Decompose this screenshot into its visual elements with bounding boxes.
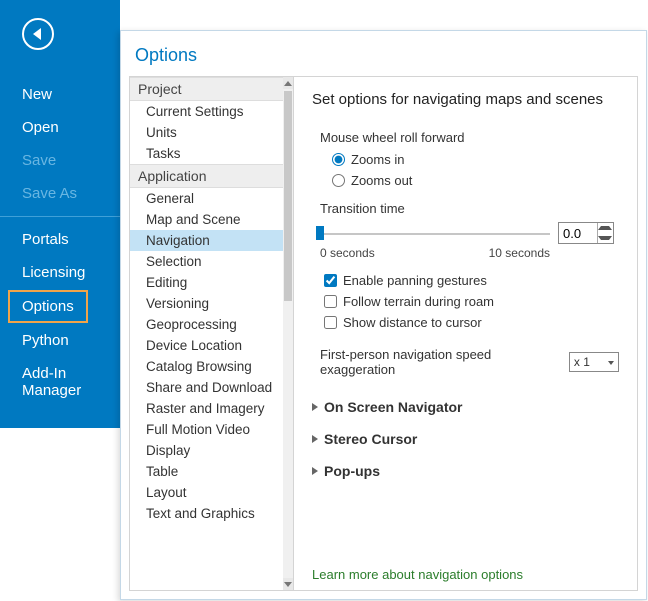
category-group-project[interactable]: Project (130, 77, 283, 101)
check-distance[interactable]: Show distance to cursor (312, 312, 619, 333)
category-item[interactable]: Current Settings (130, 101, 283, 122)
backstage-item-python[interactable]: Python (0, 324, 120, 357)
scroll-up-button[interactable] (283, 77, 293, 89)
category-item[interactable]: Display (130, 440, 283, 461)
transition-time-label: Transition time (320, 201, 619, 216)
category-item[interactable]: Tasks (130, 143, 283, 164)
speed-exaggeration-label: First-person navigation speed exaggerati… (320, 347, 559, 377)
category-item[interactable]: Raster and Imagery (130, 398, 283, 419)
chevron-right-icon (312, 467, 318, 475)
triangle-down-icon (598, 236, 612, 240)
radio-zooms-in-input[interactable] (332, 153, 345, 166)
expander-label: Pop-ups (324, 463, 380, 479)
speed-exaggeration-dropdown[interactable]: x 1 (569, 352, 619, 372)
category-item[interactable]: Device Location (130, 335, 283, 356)
mouse-wheel-label: Mouse wheel roll forward (320, 130, 619, 145)
scroll-down-button[interactable] (283, 578, 293, 590)
category-item-navigation[interactable]: Navigation (130, 230, 283, 251)
dialog-title: Options (121, 31, 646, 76)
back-arrow-icon (33, 28, 41, 40)
transition-value-input[interactable] (559, 223, 597, 243)
backstage-item-saveas: Save As (0, 177, 120, 210)
category-item[interactable]: Map and Scene (130, 209, 283, 230)
check-terrain-input[interactable] (324, 295, 337, 308)
triangle-up-icon (598, 226, 612, 230)
chevron-down-icon (284, 582, 292, 587)
category-scrollbar[interactable] (283, 77, 293, 590)
spinner-down[interactable] (598, 233, 612, 243)
radio-zooms-out[interactable]: Zooms out (312, 170, 619, 191)
expander-label: Stereo Cursor (324, 431, 417, 447)
backstage-item-new[interactable]: New (0, 78, 120, 111)
backstage-group-1: New Open Save Save As (0, 78, 120, 210)
slider-thumb[interactable] (316, 226, 324, 240)
radio-label: Zooms in (351, 152, 404, 167)
category-item[interactable]: Share and Download (130, 377, 283, 398)
category-item[interactable]: General (130, 188, 283, 209)
backstage-sidebar: New Open Save Save As Portals Licensing … (0, 0, 120, 428)
backstage-item-licensing[interactable]: Licensing (0, 256, 120, 289)
expander-on-screen-navigator[interactable]: On Screen Navigator (312, 391, 619, 423)
backstage-item-options[interactable]: Options (8, 290, 88, 323)
backstage-divider (0, 216, 120, 217)
slider-max-label: 10 seconds (489, 246, 550, 260)
transition-slider[interactable] (320, 224, 550, 242)
category-item[interactable]: Full Motion Video (130, 419, 283, 440)
chevron-right-icon (312, 403, 318, 411)
category-item[interactable]: Units (130, 122, 283, 143)
category-list: Project Current Settings Units Tasks App… (130, 77, 283, 590)
scroll-thumb[interactable] (284, 91, 292, 301)
category-item[interactable]: Table (130, 461, 283, 482)
radio-label: Zooms out (351, 173, 412, 188)
category-item[interactable]: Text and Graphics (130, 503, 283, 524)
check-label: Enable panning gestures (343, 273, 487, 288)
check-panning[interactable]: Enable panning gestures (312, 270, 619, 291)
options-dialog: Options Project Current Settings Units T… (120, 30, 647, 600)
slider-min-label: 0 seconds (320, 246, 375, 260)
category-item[interactable]: Editing (130, 272, 283, 293)
category-item[interactable]: Selection (130, 251, 283, 272)
expander-popups[interactable]: Pop-ups (312, 455, 619, 487)
category-panel: Project Current Settings Units Tasks App… (129, 76, 294, 591)
content-heading: Set options for navigating maps and scen… (312, 91, 619, 108)
check-label: Follow terrain during roam (343, 294, 494, 309)
content-panel: Set options for navigating maps and scen… (294, 76, 638, 591)
check-panning-input[interactable] (324, 274, 337, 287)
category-item[interactable]: Catalog Browsing (130, 356, 283, 377)
spinner-up[interactable] (598, 223, 612, 233)
check-distance-input[interactable] (324, 316, 337, 329)
category-group-application[interactable]: Application (130, 164, 283, 188)
backstage-group-2: Portals Licensing Options Python Add-In … (0, 223, 120, 407)
back-button[interactable] (22, 18, 54, 50)
check-label: Show distance to cursor (343, 315, 482, 330)
category-item[interactable]: Versioning (130, 293, 283, 314)
radio-zooms-out-input[interactable] (332, 174, 345, 187)
expander-stereo-cursor[interactable]: Stereo Cursor (312, 423, 619, 455)
chevron-down-icon (608, 361, 614, 365)
learn-more-link[interactable]: Learn more about navigation options (312, 549, 619, 582)
slider-line (320, 233, 550, 235)
backstage-item-save: Save (0, 144, 120, 177)
check-terrain[interactable]: Follow terrain during roam (312, 291, 619, 312)
backstage-item-portals[interactable]: Portals (0, 223, 120, 256)
expander-label: On Screen Navigator (324, 399, 463, 415)
dropdown-value: x 1 (574, 355, 590, 369)
backstage-item-open[interactable]: Open (0, 111, 120, 144)
transition-spinner[interactable] (558, 222, 614, 244)
chevron-up-icon (284, 81, 292, 86)
chevron-right-icon (312, 435, 318, 443)
category-item[interactable]: Layout (130, 482, 283, 503)
category-item[interactable]: Geoprocessing (130, 314, 283, 335)
backstage-item-addin[interactable]: Add-In Manager (0, 357, 120, 407)
radio-zooms-in[interactable]: Zooms in (312, 149, 619, 170)
